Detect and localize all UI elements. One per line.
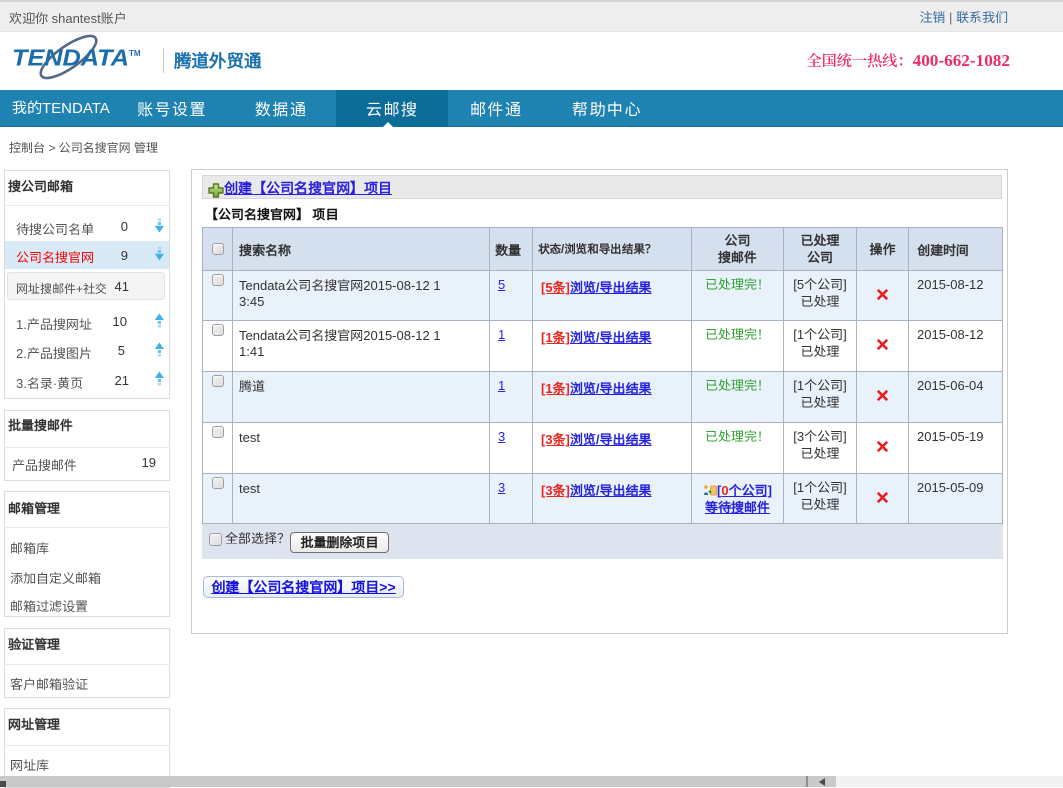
svg-text:TM: TM [129,49,141,58]
svg-text:TENDATA: TENDATA [12,45,129,71]
